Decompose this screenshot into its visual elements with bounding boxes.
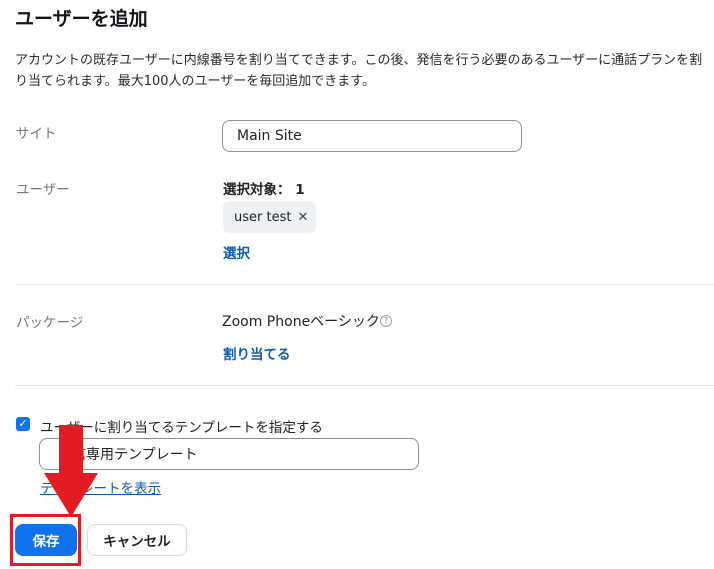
user-chip-label: user test: [234, 209, 292, 225]
user-chip: user test ✕: [223, 201, 316, 233]
divider: [15, 385, 714, 386]
question-circle-icon[interactable]: ?: [380, 315, 392, 327]
red-arrow-icon: [44, 425, 98, 517]
divider: [15, 284, 714, 285]
package-value: Zoom Phoneベーシック: [222, 314, 380, 330]
site-field-value: Main Site: [237, 128, 302, 144]
site-field[interactable]: Main Site: [222, 120, 522, 152]
cancel-button[interactable]: キャンセル: [87, 524, 187, 556]
save-highlight-box: [10, 514, 81, 566]
page-description: アカウントの既存ユーザーに内線番号を割り当てできます。この後、発信を行う必要のあ…: [15, 53, 703, 89]
site-label: サイト: [16, 126, 57, 142]
users-label: ユーザー: [16, 182, 70, 198]
package-label: パッケージ: [16, 315, 84, 331]
remove-user-icon[interactable]: ✕: [297, 210, 308, 225]
page-title: ユーザーを追加: [15, 8, 148, 30]
template-checkbox[interactable]: ✓: [16, 417, 30, 431]
assign-package-link[interactable]: 割り当てる: [223, 343, 291, 363]
selected-count: 選択対象： 1: [223, 182, 305, 198]
select-users-link[interactable]: 選択: [223, 242, 250, 262]
